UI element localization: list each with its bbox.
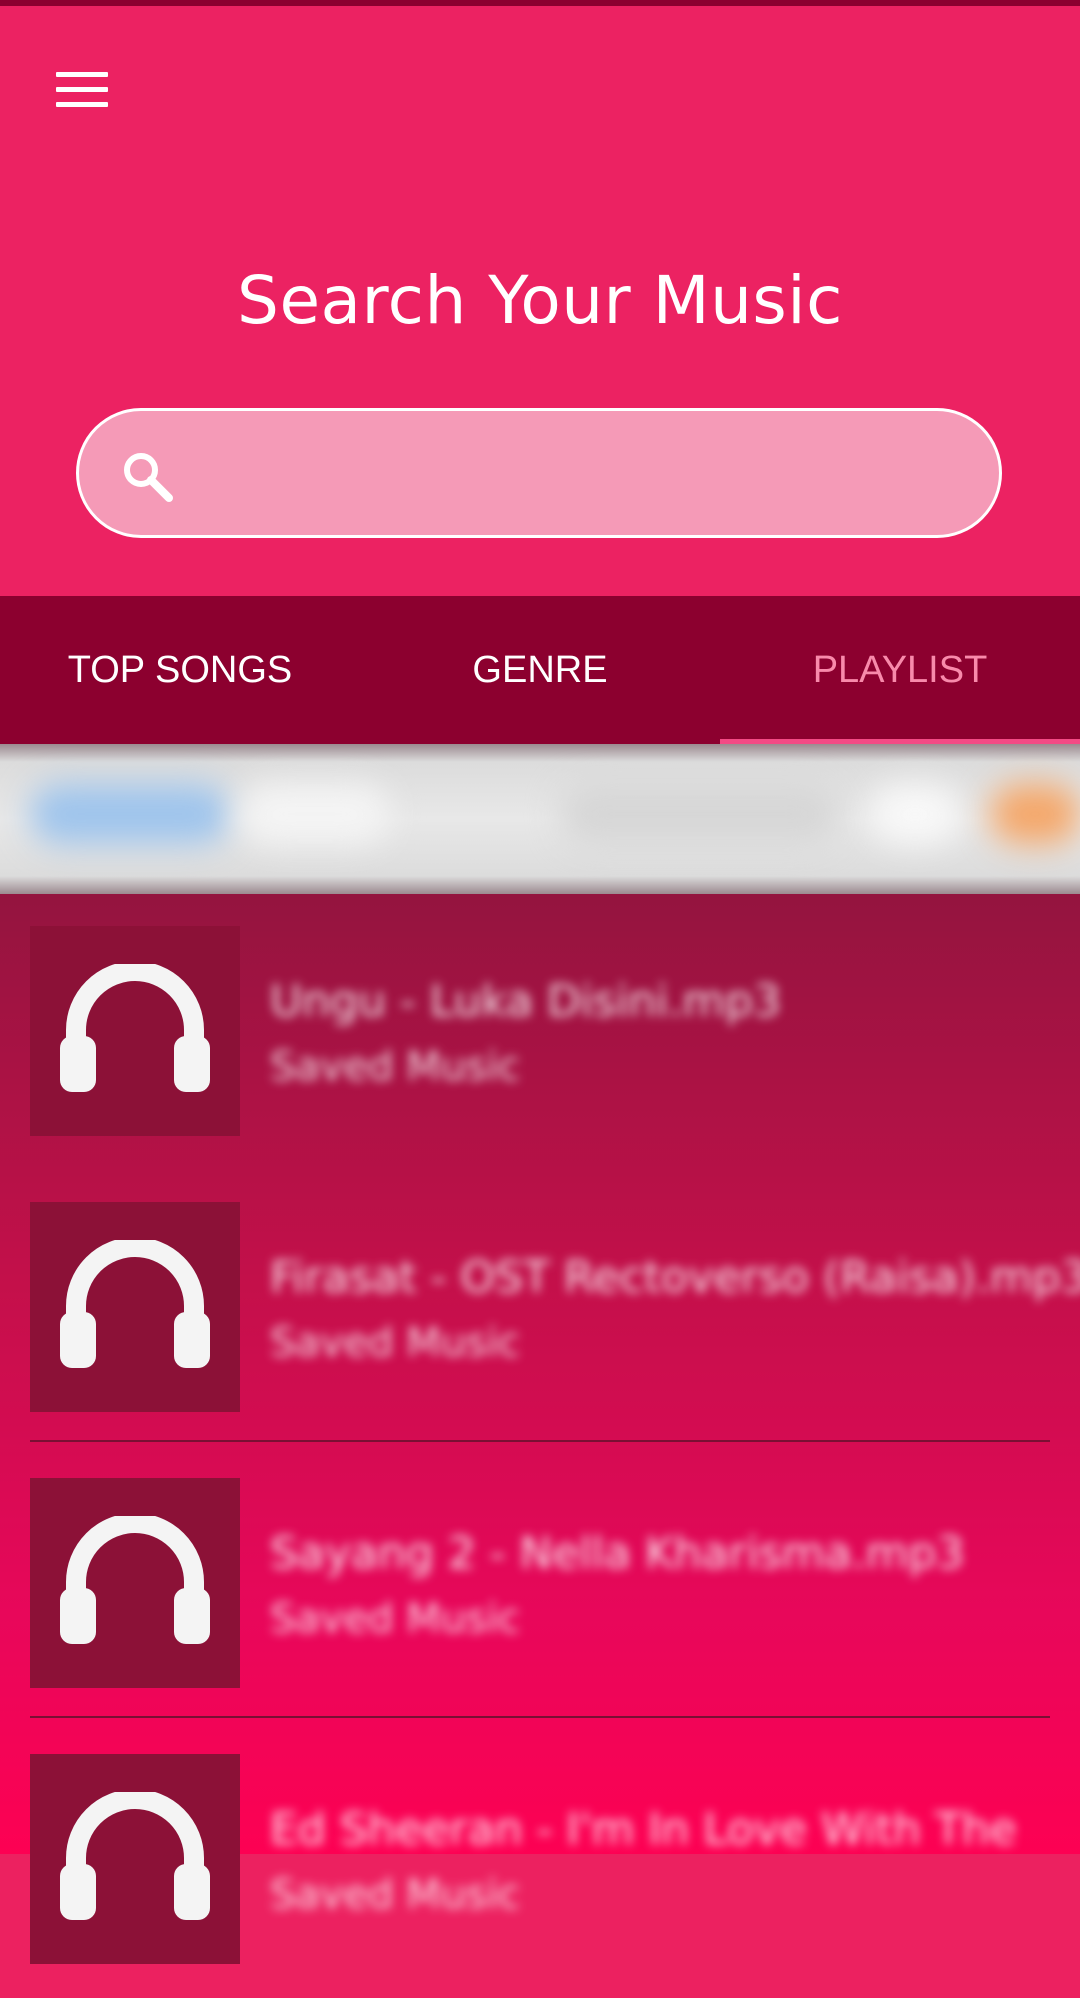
search-box[interactable] <box>76 408 1002 538</box>
song-thumbnail <box>30 1754 240 1964</box>
menu-icon[interactable] <box>50 68 118 116</box>
song-title: Ed Sheeran - I'm In Love With The <box>270 1804 1017 1855</box>
headphones-icon <box>60 1792 210 1920</box>
headphones-icon <box>60 1240 210 1368</box>
song-thumbnail <box>30 926 240 1136</box>
list-item[interactable]: Sayang 2 - Nella Kharisma.mp3 Saved Musi… <box>0 1446 1080 1722</box>
divider <box>30 1716 1050 1718</box>
song-subtitle: Saved Music <box>270 1044 521 1090</box>
list-item[interactable]: Ed Sheeran - I'm In Love With The Saved … <box>0 1722 1080 1998</box>
song-subtitle: Saved Music <box>270 1872 521 1918</box>
header: Search Your Music <box>0 6 1080 596</box>
song-thumbnail <box>30 1478 240 1688</box>
headphones-icon <box>60 1516 210 1644</box>
song-title: Firasat - OST Rectoverso (Raisa).mp3 <box>270 1252 1080 1303</box>
song-subtitle: Saved Music <box>270 1320 521 1366</box>
tab-playlist[interactable]: PLAYLIST <box>720 596 1080 744</box>
song-title: Ungu - Luka Disini.mp3 <box>270 976 782 1027</box>
ad-banner[interactable] <box>0 744 1080 894</box>
page-title: Search Your Music <box>237 262 843 339</box>
song-list: Ungu - Luka Disini.mp3 Saved Music Firas… <box>0 894 1080 1964</box>
tab-bar: TOP SONGS GENRE PLAYLIST <box>0 596 1080 744</box>
list-item[interactable]: Firasat - OST Rectoverso (Raisa).mp3 Sav… <box>0 1170 1080 1446</box>
list-item[interactable]: Ungu - Luka Disini.mp3 Saved Music <box>0 894 1080 1170</box>
search-input[interactable] <box>199 441 963 509</box>
divider <box>30 1440 1050 1442</box>
tab-genre[interactable]: GENRE <box>360 596 720 744</box>
song-title: Sayang 2 - Nella Kharisma.mp3 <box>270 1528 965 1579</box>
headphones-icon <box>60 964 210 1092</box>
tab-top-songs[interactable]: TOP SONGS <box>0 596 360 744</box>
song-subtitle: Saved Music <box>270 1596 521 1642</box>
search-icon <box>124 453 173 502</box>
song-thumbnail <box>30 1202 240 1412</box>
